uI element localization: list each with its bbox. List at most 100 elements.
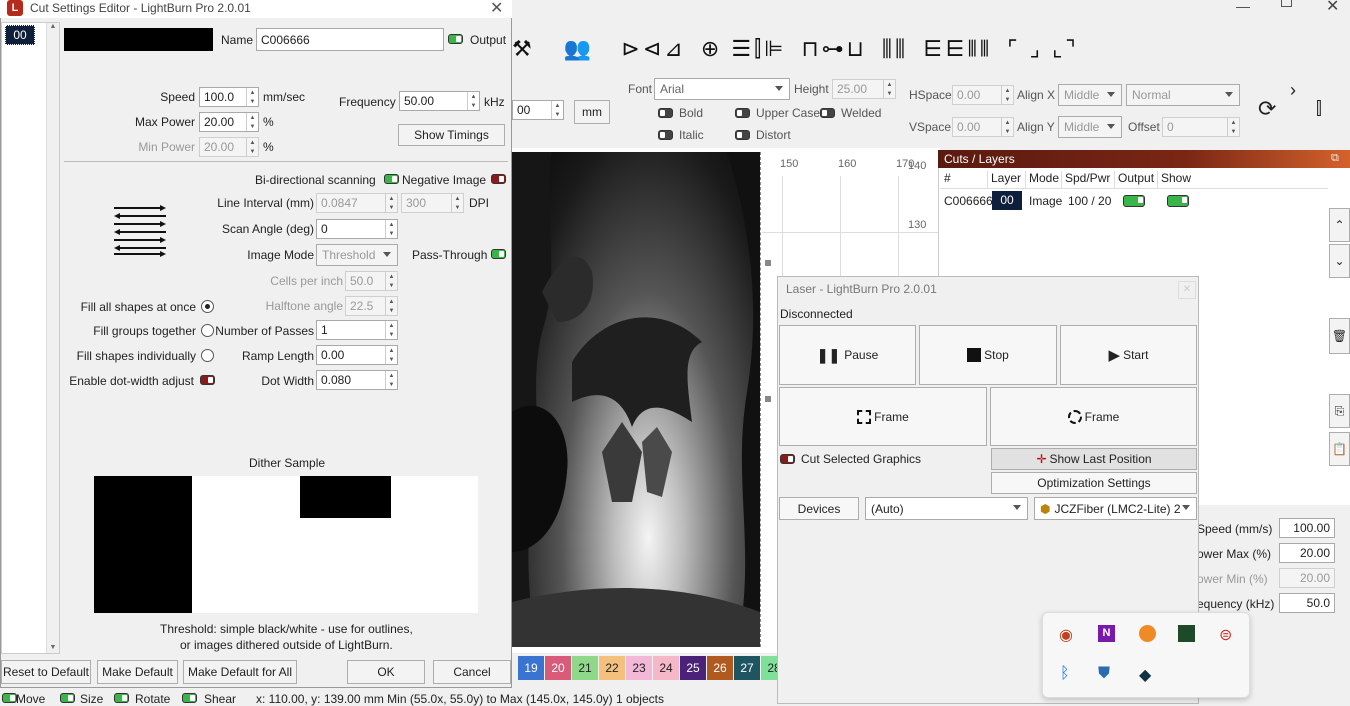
cut-selected-toggle[interactable] bbox=[780, 454, 795, 464]
bidir-toggle[interactable] bbox=[384, 174, 399, 184]
italic-toggle[interactable] bbox=[658, 130, 673, 140]
rp-power-max-field[interactable]: 20.00 bbox=[1279, 543, 1335, 563]
palette-color-25[interactable]: 25 bbox=[680, 656, 706, 680]
show-timings-button[interactable]: Show Timings bbox=[398, 124, 505, 146]
cuts-close-icon[interactable]: ⧉ bbox=[1331, 152, 1339, 165]
palette-color-27[interactable]: 27 bbox=[734, 656, 760, 680]
passes-field[interactable]: 1 ▲ ▼ bbox=[316, 320, 398, 340]
partial-field[interactable]: 00 ▲ ▼ bbox=[512, 100, 564, 120]
height-field[interactable]: 25.00 ▲ ▼ bbox=[832, 79, 896, 99]
distort-toggle[interactable] bbox=[735, 130, 750, 140]
cancel-button[interactable]: Cancel bbox=[433, 660, 511, 684]
min-power-field[interactable]: 20.00 ▲ ▼ bbox=[199, 137, 259, 157]
name-field[interactable]: C006666 bbox=[256, 28, 444, 51]
tools-icon[interactable]: ⚒ bbox=[512, 36, 535, 61]
optimization-settings-button[interactable]: Optimization Settings bbox=[991, 472, 1197, 494]
onenote-icon[interactable]: N bbox=[1098, 625, 1115, 642]
palette-color-21[interactable]: 21 bbox=[572, 656, 598, 680]
port-combo[interactable]: (Auto) bbox=[865, 497, 1028, 520]
halftone-field[interactable]: 22.5 ▲ ▼ bbox=[345, 296, 398, 316]
frame-circle-button[interactable]: Frame bbox=[990, 387, 1197, 446]
font-combo[interactable]: Arial bbox=[654, 78, 790, 100]
negative-toggle[interactable] bbox=[491, 174, 506, 184]
align-center-icon[interactable]: ⫿ bbox=[1316, 98, 1322, 119]
uppercase-toggle[interactable] bbox=[735, 108, 750, 118]
rotate-toggle[interactable] bbox=[114, 693, 129, 703]
bold-toggle[interactable] bbox=[658, 108, 673, 118]
row-show-toggle[interactable] bbox=[1167, 195, 1189, 207]
close-window-icon[interactable]: ✕ bbox=[1326, 0, 1339, 16]
aligny-combo[interactable]: Middle bbox=[1058, 116, 1122, 138]
delete-icon[interactable]: 🗑 bbox=[1329, 318, 1350, 354]
scan-angle-field[interactable]: 0 ▲ ▼ bbox=[316, 219, 398, 239]
move-up-button[interactable]: ⌃ bbox=[1329, 208, 1350, 242]
show-last-position-button[interactable]: ✛ Show Last Position bbox=[991, 448, 1197, 470]
scroll-down-icon[interactable]: ▼ bbox=[47, 644, 59, 651]
mirror-icon[interactable]: ⊳⊲⊿ bbox=[621, 36, 685, 61]
dot-adjust-toggle[interactable] bbox=[200, 375, 215, 385]
dialog-close-icon[interactable]: ✕ bbox=[490, 0, 503, 18]
layer-list-item[interactable]: 00 bbox=[5, 25, 35, 45]
move-down-button[interactable]: ⌄ bbox=[1329, 244, 1350, 278]
cells-field[interactable]: 50.0 ▲ ▼ bbox=[345, 271, 398, 291]
distribute-icons[interactable]: ⊓⊶⊔ bbox=[801, 36, 866, 61]
size-toggle[interactable] bbox=[60, 693, 75, 703]
fill-all-radio[interactable] bbox=[201, 300, 214, 313]
start-button[interactable]: ▶ Start bbox=[1060, 325, 1197, 385]
palette-color-19[interactable]: 19 bbox=[518, 656, 544, 680]
laser-close-icon[interactable]: ✕ bbox=[1178, 281, 1196, 299]
app-icon-5[interactable]: ⊜ bbox=[1219, 625, 1232, 645]
device-combo[interactable]: ⬢ JCZFiber (LMC2-Lite) 2 bbox=[1034, 497, 1197, 520]
engraving-image[interactable] bbox=[512, 152, 760, 647]
image-mode-combo[interactable]: Threshold bbox=[316, 244, 398, 266]
make-default-all-button[interactable]: Make Default for All bbox=[183, 660, 297, 684]
pause-button[interactable]: ❚❚ Pause bbox=[779, 325, 916, 385]
stop-button[interactable]: Stop bbox=[919, 325, 1057, 385]
arrange-icons[interactable]: ⋿⋿⫴⫴ bbox=[923, 36, 992, 61]
copy-icon[interactable]: ⎘ bbox=[1329, 394, 1350, 428]
spacing-icons[interactable]: ⫼⫼ bbox=[882, 36, 908, 61]
palette-color-26[interactable]: 26 bbox=[707, 656, 733, 680]
pass-through-toggle[interactable] bbox=[491, 249, 506, 259]
app-icon-3[interactable] bbox=[1139, 625, 1156, 642]
speed-field[interactable]: 100.0 ▲ ▼ bbox=[199, 87, 259, 107]
security-icon[interactable]: ⛊ bbox=[1098, 665, 1110, 683]
output-toggle[interactable] bbox=[448, 34, 463, 44]
ramp-field[interactable]: 0.00 ▲ ▼ bbox=[316, 345, 398, 365]
rp-speed-field[interactable]: 100.00 bbox=[1279, 518, 1335, 538]
target-icon[interactable]: ⊕ bbox=[701, 36, 722, 61]
corner-icons[interactable]: ⌜ ⌟ ⌞⌝ bbox=[1007, 36, 1078, 61]
rotate-icon[interactable]: ⟳ bbox=[1258, 96, 1276, 122]
max-power-field[interactable]: 20.00 ▲ ▼ bbox=[199, 112, 259, 132]
reset-default-button[interactable]: Reset to Default bbox=[1, 660, 91, 684]
chevron-right-icon[interactable]: › bbox=[1290, 80, 1296, 101]
minimize-icon[interactable] bbox=[1236, 0, 1250, 8]
mm-button[interactable]: mm bbox=[574, 100, 610, 124]
selection-handle[interactable] bbox=[765, 396, 771, 402]
vspace-field[interactable]: 0.00 ▲ ▼ bbox=[952, 117, 1014, 137]
fill-groups-radio[interactable] bbox=[201, 324, 214, 337]
layer-color-swatch[interactable] bbox=[64, 28, 213, 51]
alignx-combo[interactable]: Middle bbox=[1058, 84, 1122, 106]
palette-color-22[interactable]: 22 bbox=[599, 656, 625, 680]
selection-handle[interactable] bbox=[765, 260, 771, 266]
scroll-up-icon[interactable]: ▲ bbox=[47, 23, 59, 30]
palette-color-20[interactable]: 20 bbox=[545, 656, 571, 680]
bluetooth-icon[interactable]: ᛒ bbox=[1060, 665, 1070, 683]
users-icon[interactable]: 👥 bbox=[564, 36, 594, 61]
dpi-field[interactable]: 300 ▲ ▼ bbox=[401, 193, 464, 213]
rp-freq-field[interactable]: 50.0 bbox=[1279, 593, 1335, 613]
fill-individual-radio[interactable] bbox=[201, 349, 214, 362]
app-icon-1[interactable]: ◉ bbox=[1059, 625, 1073, 645]
palette-color-23[interactable]: 23 bbox=[626, 656, 652, 680]
welded-toggle[interactable] bbox=[820, 108, 835, 118]
text-mode-combo[interactable]: Normal bbox=[1126, 84, 1240, 106]
rp-power-min-field[interactable]: 20.00 bbox=[1279, 568, 1335, 588]
devices-button[interactable]: Devices bbox=[779, 497, 859, 520]
offset-field[interactable]: 0 ▲ ▼ bbox=[1162, 117, 1240, 137]
app-icon-8[interactable]: ◆ bbox=[1139, 665, 1151, 685]
app-icon-4[interactable] bbox=[1178, 625, 1195, 642]
shear-toggle[interactable] bbox=[182, 693, 197, 703]
frequency-field[interactable]: 50.00 ▲ ▼ bbox=[399, 91, 480, 111]
layer-list-scrollbar[interactable]: ▲ ▼ bbox=[46, 23, 59, 653]
